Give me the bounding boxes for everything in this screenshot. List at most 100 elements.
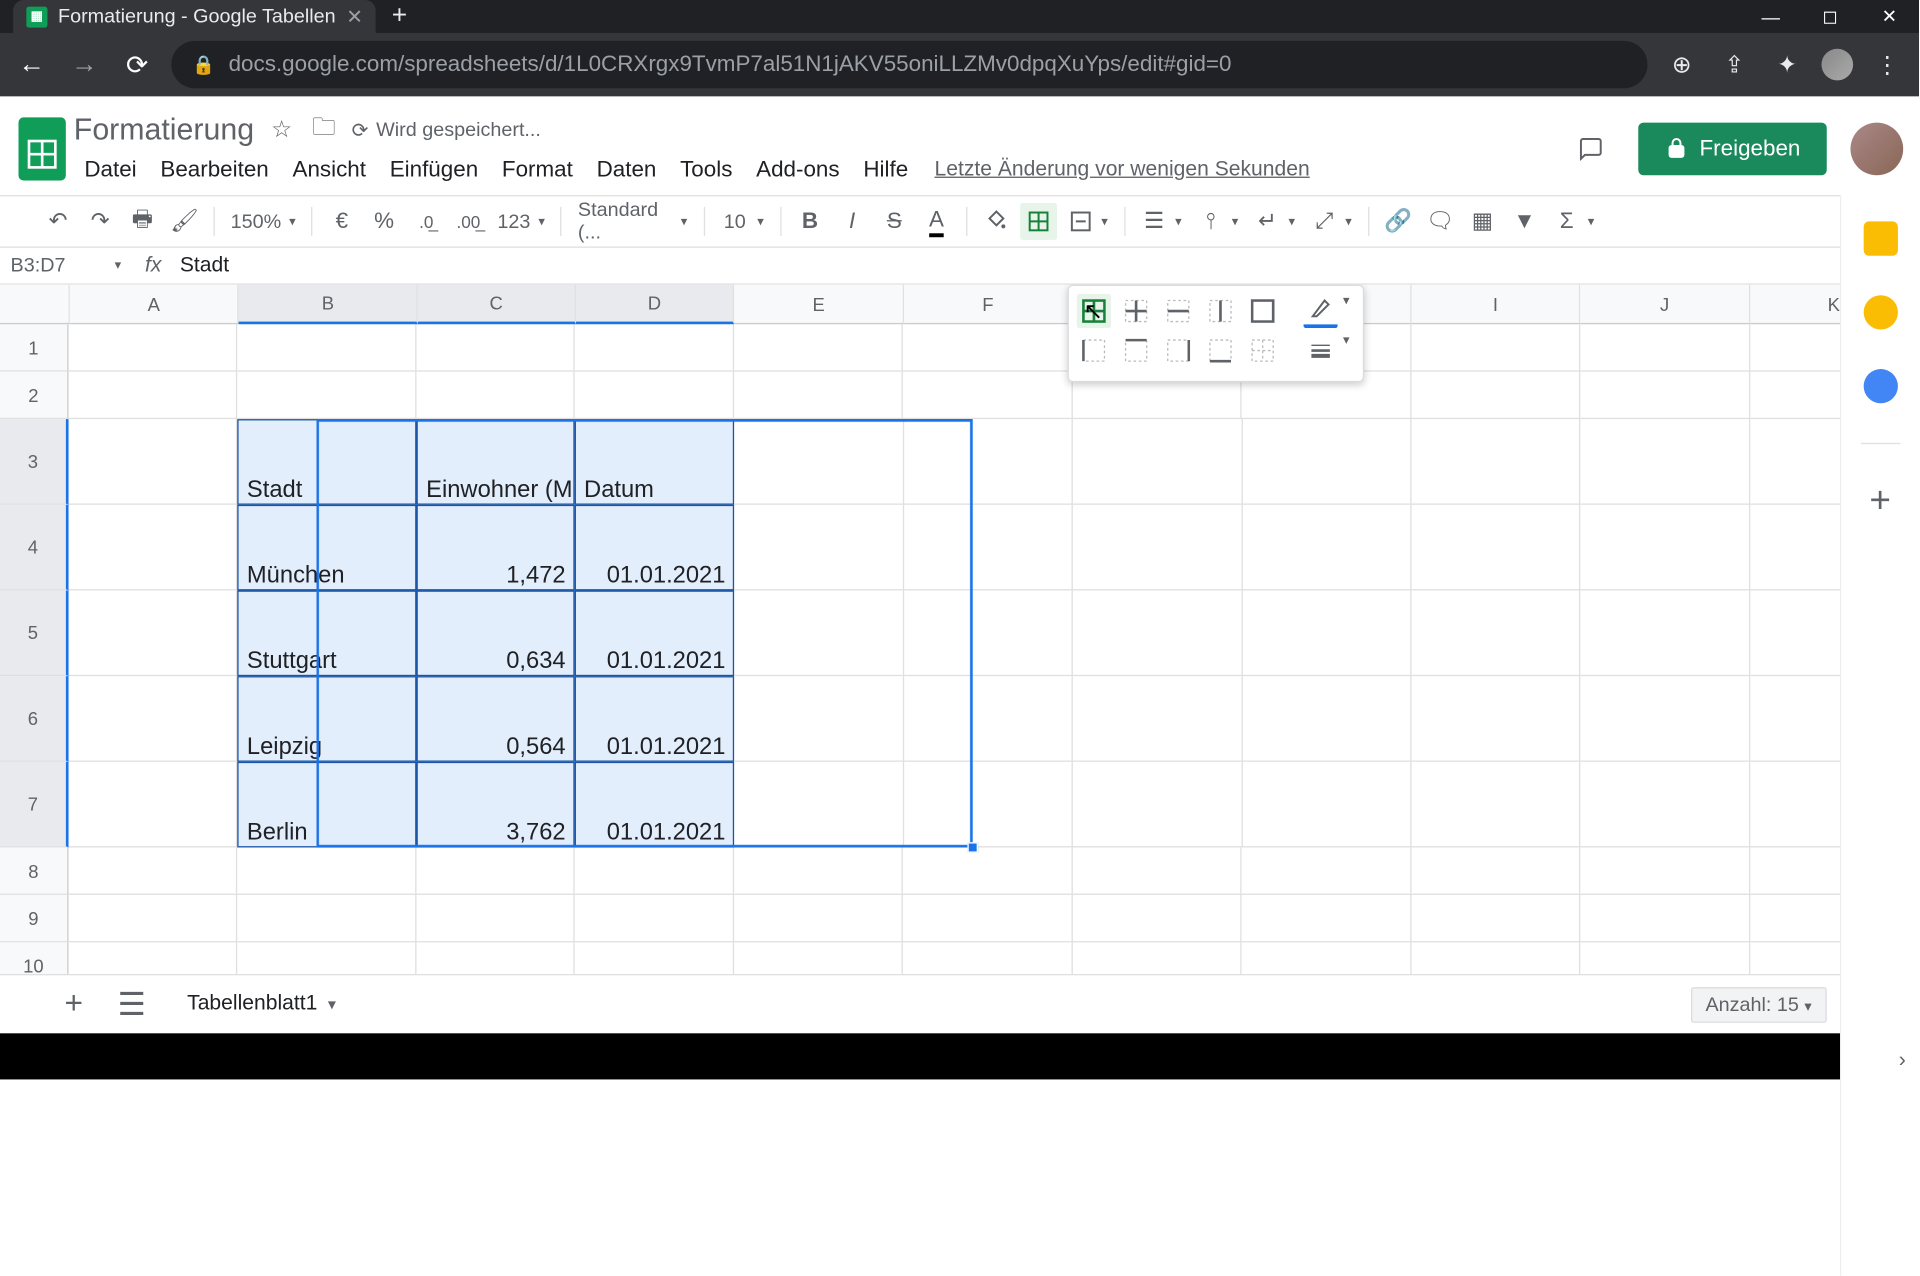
cell-H6[interactable] [1242, 676, 1411, 762]
cell-E10[interactable] [734, 942, 903, 974]
border-outer-button[interactable] [1246, 294, 1280, 328]
close-tab-icon[interactable]: ✕ [346, 5, 363, 29]
cell-D8[interactable] [574, 847, 734, 894]
cell-A6[interactable] [68, 676, 237, 762]
cell-D9[interactable] [574, 895, 734, 942]
extensions-icon[interactable]: ✦ [1769, 51, 1806, 79]
cell-A4[interactable] [68, 505, 237, 591]
chevron-down-icon[interactable]: ▾ [538, 214, 545, 228]
row-header-7[interactable]: 7 [0, 762, 68, 848]
chevron-down-icon[interactable]: ▾ [1588, 214, 1595, 228]
borders-button[interactable] [1020, 203, 1057, 240]
forward-button[interactable]: → [66, 49, 103, 79]
chevron-down-icon[interactable]: ▾ [289, 214, 296, 228]
star-icon[interactable]: ☆ [267, 116, 296, 144]
cell-J3[interactable] [1581, 419, 1750, 505]
row-header-4[interactable]: 4 [0, 505, 68, 591]
cell-D10[interactable] [574, 942, 734, 974]
cell-A5[interactable] [68, 590, 237, 676]
cell-H8[interactable] [1242, 847, 1411, 894]
col-header-F[interactable]: F [904, 285, 1073, 325]
minimize-button[interactable]: — [1741, 0, 1800, 33]
chevron-down-icon[interactable]: ▾ [681, 214, 688, 228]
row-header-10[interactable]: 10 [0, 942, 68, 974]
cell-H5[interactable] [1242, 590, 1411, 676]
new-tab-button[interactable]: + [376, 1, 423, 31]
cell-G8[interactable] [1072, 847, 1241, 894]
maximize-button[interactable]: ◻ [1800, 0, 1859, 33]
back-button[interactable]: ← [13, 49, 50, 79]
cell-F4[interactable] [904, 505, 1073, 591]
cell-B3[interactable]: Stadt [238, 419, 417, 505]
move-icon[interactable]: 🗀 [309, 110, 338, 150]
cell-B6[interactable]: Leipzig [238, 676, 417, 762]
border-all-button[interactable] [1077, 294, 1111, 328]
cell-F7[interactable] [904, 762, 1073, 848]
cell-B9[interactable] [238, 895, 417, 942]
selection-handle[interactable] [967, 842, 978, 853]
percent-button[interactable]: % [366, 203, 403, 240]
col-header-A[interactable]: A [70, 285, 239, 325]
cell-E6[interactable] [735, 676, 904, 762]
cell-J8[interactable] [1580, 847, 1749, 894]
cell-G4[interactable] [1073, 505, 1242, 591]
cell-C3[interactable]: Einwohner (Mio) [417, 419, 575, 505]
wrap-button[interactable]: ↵ [1249, 203, 1286, 240]
chrome-menu-icon[interactable]: ⋮ [1869, 51, 1906, 79]
zoom-select[interactable]: 150% [225, 210, 286, 232]
comment-button[interactable]: 🗨 [1422, 203, 1459, 240]
border-bottom-button[interactable] [1203, 333, 1237, 367]
add-sheet-button[interactable]: + [53, 983, 95, 1025]
cell-J4[interactable] [1581, 505, 1750, 591]
cell-A1[interactable] [68, 324, 237, 371]
cell-F8[interactable] [903, 847, 1072, 894]
border-right-button[interactable] [1161, 333, 1195, 367]
border-clear-button[interactable] [1246, 333, 1280, 367]
paint-format-button[interactable]: 🖌 [166, 203, 203, 240]
col-header-J[interactable]: J [1581, 285, 1750, 325]
browser-tab[interactable]: ▦ Formatierung - Google Tabellen ✕ [13, 0, 376, 33]
cell-F3[interactable] [904, 419, 1073, 505]
cell-C7[interactable]: 3,762 [417, 762, 575, 848]
h-align-button[interactable]: ☰ [1136, 203, 1173, 240]
cell-B8[interactable] [238, 847, 417, 894]
row-header-3[interactable]: 3 [0, 419, 68, 505]
cell-A3[interactable] [68, 419, 237, 505]
sheets-logo[interactable] [11, 109, 74, 188]
cell-I9[interactable] [1411, 895, 1580, 942]
all-sheets-button[interactable]: ☰ [111, 983, 153, 1025]
cell-E3[interactable] [735, 419, 904, 505]
profile-avatar[interactable] [1821, 49, 1853, 81]
cell-G3[interactable] [1073, 419, 1242, 505]
cell-C4[interactable]: 1,472 [417, 505, 575, 591]
last-edit-link[interactable]: Letzte Änderung vor wenigen Sekunden [935, 158, 1310, 182]
close-window-button[interactable]: ✕ [1860, 0, 1919, 33]
cell-A2[interactable] [68, 372, 237, 419]
strikethrough-button[interactable]: S [876, 203, 913, 240]
filter-button[interactable]: ▼ [1506, 203, 1543, 240]
cell-J6[interactable] [1581, 676, 1750, 762]
decrease-decimal-button[interactable]: .0̲ [408, 203, 445, 240]
cell-H9[interactable] [1242, 895, 1411, 942]
chevron-down-icon[interactable]: ▾ [1175, 214, 1182, 228]
cell-D6[interactable]: 01.01.2021 [575, 676, 735, 762]
border-left-button[interactable] [1077, 333, 1111, 367]
number-format-button[interactable]: 123 [492, 210, 536, 232]
cell-E2[interactable] [734, 372, 903, 419]
chevron-down-icon[interactable]: ▾ [1101, 214, 1108, 228]
reload-button[interactable]: ⟳ [119, 48, 156, 81]
doc-title[interactable]: Formatierung [74, 112, 254, 148]
chevron-down-icon[interactable]: ▾ [1345, 214, 1352, 228]
cell-E5[interactable] [735, 590, 904, 676]
cell-F1[interactable] [903, 324, 1072, 371]
cell-J5[interactable] [1581, 590, 1750, 676]
cell-D3[interactable]: Datum [575, 419, 735, 505]
col-header-C[interactable]: C [418, 285, 575, 325]
cell-I6[interactable] [1411, 676, 1580, 762]
cell-I4[interactable] [1411, 505, 1580, 591]
menu-ansicht[interactable]: Ansicht [282, 154, 377, 186]
cell-G7[interactable] [1073, 762, 1242, 848]
chevron-down-icon[interactable]: ▾ [1232, 214, 1239, 228]
menu-hilfe[interactable]: Hilfe [853, 154, 919, 186]
menu-daten[interactable]: Daten [586, 154, 667, 186]
